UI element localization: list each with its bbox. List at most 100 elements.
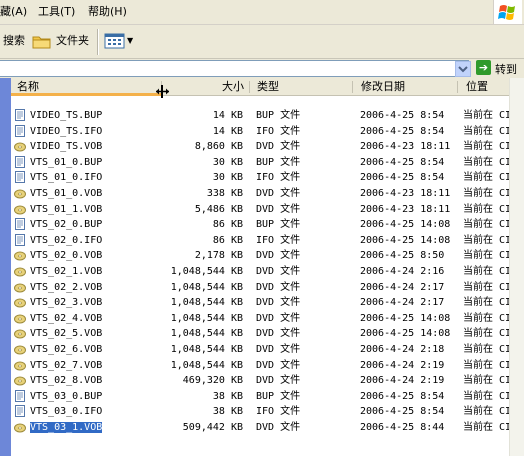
file-icon bbox=[14, 389, 26, 402]
task-pane-edge bbox=[0, 78, 11, 456]
search-button[interactable]: 搜索 bbox=[3, 30, 25, 52]
menu-favorites[interactable]: 藏(A) bbox=[0, 5, 27, 19]
file-size: 14 KB bbox=[212, 125, 243, 137]
chevron-down-icon: ▼ bbox=[127, 36, 134, 45]
table-row[interactable]: VIDEO_TS.IFO 14 KB IFO 文件 2006-4-25 8:54 当前在… bbox=[11, 124, 512, 140]
file-size: 338 KB bbox=[206, 188, 243, 199]
address-input[interactable] bbox=[0, 60, 469, 77]
disc-icon bbox=[14, 327, 26, 339]
file-modified: 2006-4-25 8:50 bbox=[360, 250, 445, 262]
table-row[interactable]: VTS_01_0.BUP 30 KB BUP 文件 2006-4-25 8:54 当前在… bbox=[11, 155, 512, 171]
column-location[interactable]: 位置 bbox=[466, 78, 488, 95]
table-row[interactable]: VTS_02_0.VOB 2,178 KB DVD 文件 2006-4-25 8:50… bbox=[11, 248, 511, 264]
disc-icon bbox=[14, 203, 26, 215]
file-size: 8,860 KB bbox=[194, 141, 243, 153]
address-bar: ➔ 转到 bbox=[0, 59, 524, 78]
column-divider[interactable] bbox=[249, 81, 250, 93]
go-button[interactable]: ➔ 转到 bbox=[474, 59, 522, 78]
file-modified: 2006-4-25 8:54 bbox=[360, 406, 445, 418]
disc-icon bbox=[14, 249, 26, 261]
table-row[interactable]: VTS_01_0.VOB 338 KB DVD 文件 2006-4-23 18:11 当… bbox=[11, 186, 511, 202]
file-type: IFO 文件 bbox=[256, 406, 301, 418]
vertical-scrollbar[interactable] bbox=[509, 78, 524, 456]
views-button[interactable]: ▼ bbox=[104, 30, 134, 52]
file-location: 当前在 CI bbox=[463, 359, 512, 371]
table-row[interactable]: VTS_02_2.VOB 1,048,544 KB DVD 文件 2006-4-24 … bbox=[11, 280, 511, 296]
file-type: DVD 文件 bbox=[256, 141, 301, 153]
table-row[interactable]: VTS_03_0.BUP 38 KB BUP 文件 2006-4-25 8:54 当前在… bbox=[11, 389, 511, 405]
file-location: 当前在 CI bbox=[463, 422, 512, 433]
file-name: VTS_02_1.VOB bbox=[30, 266, 103, 277]
folders-button[interactable]: 文件夹 bbox=[32, 30, 92, 52]
toolbar: 搜索 文件夹 ▼ bbox=[0, 25, 524, 59]
table-row[interactable]: VTS_02_5.VOB 1,048,544 KB DVD 文件 2006-4-25 … bbox=[11, 326, 511, 342]
table-row[interactable]: VTS_02_3.VOB 1,048,544 KB DVD 文件 2006-4-24 … bbox=[11, 295, 512, 311]
file-type: DVD 文件 bbox=[256, 375, 301, 387]
file-size: 1,048,544 KB bbox=[170, 266, 243, 277]
file-location: 当前在 CI bbox=[463, 297, 512, 309]
file-type: DVD 文件 bbox=[256, 281, 301, 293]
table-row[interactable]: VTS_01_1.VOB 5,486 KB DVD 文件 2006-4-23 18:1… bbox=[11, 202, 511, 218]
column-modified[interactable]: 修改日期 bbox=[361, 78, 405, 95]
disc-icon bbox=[14, 265, 26, 277]
table-row[interactable]: VTS_02_7.VOB 1,048,544 KB DVD 文件 2006-4-24 … bbox=[11, 358, 512, 374]
disc-icon bbox=[14, 343, 26, 355]
file-modified: 2006-4-25 8:54 bbox=[360, 390, 445, 402]
file-name: VTS_01_0.IFO bbox=[30, 172, 103, 184]
file-type: DVD 文件 bbox=[256, 297, 301, 309]
table-row[interactable]: VIDEO_TS.BUP 14 KB BUP 文件 2006-4-25 8:54 当前在… bbox=[11, 108, 511, 124]
file-type: BUP 文件 bbox=[256, 219, 301, 231]
menu-help[interactable]: 帮助(H) bbox=[88, 5, 127, 19]
file-name: VTS_02_2.VOB bbox=[30, 281, 103, 293]
arrow-right-icon: ➔ bbox=[476, 60, 491, 75]
file-location: 当前在 CI bbox=[463, 125, 512, 137]
disc-icon bbox=[14, 140, 26, 152]
column-divider[interactable] bbox=[457, 81, 458, 93]
file-name: VIDEO_TS.IFO bbox=[30, 125, 103, 137]
file-name: VTS_01_0.VOB bbox=[30, 188, 103, 199]
address-dropdown-button[interactable] bbox=[455, 61, 471, 77]
file-modified: 2006-4-25 8:54 bbox=[360, 110, 445, 121]
file-location: 当前在 CI bbox=[463, 266, 512, 277]
file-type: DVD 文件 bbox=[256, 203, 301, 215]
chevron-down-icon bbox=[458, 66, 468, 73]
file-name: VTS_02_0.BUP bbox=[30, 219, 103, 231]
disc-icon bbox=[14, 187, 26, 199]
file-name: VTS_02_8.VOB bbox=[30, 375, 103, 387]
table-row[interactable]: VTS_02_4.VOB 1,048,544 KB DVD 文件 2006-4-25 … bbox=[11, 311, 511, 327]
menu-bar: 藏(A) 工具(T) 帮助(H) bbox=[0, 0, 524, 25]
menu-tools[interactable]: 工具(T) bbox=[38, 5, 75, 19]
table-row[interactable]: VIDEO_TS.VOB 8,860 KB DVD 文件 2006-4-23 18:1… bbox=[11, 139, 512, 155]
table-row[interactable]: VTS_03_1.VOB 509,442 KB DVD 文件 2006-4-25 8:… bbox=[11, 420, 512, 436]
table-row[interactable]: VTS_02_6.VOB 1,048,544 KB DVD 文件 2006-4-24 … bbox=[11, 342, 512, 358]
file-type: DVD 文件 bbox=[256, 250, 301, 262]
file-icon bbox=[14, 109, 26, 121]
column-size[interactable]: 大小 bbox=[222, 78, 244, 95]
file-modified: 2006-4-25 8:54 bbox=[360, 156, 445, 168]
table-row[interactable]: VTS_02_0.IFO 86 KB IFO 文件 2006-4-25 14:08 当前… bbox=[11, 233, 511, 249]
table-row[interactable]: VTS_02_1.VOB 1,048,544 KB DVD 文件 2006-4-24 … bbox=[11, 264, 512, 280]
table-row[interactable]: VTS_01_0.IFO 30 KB IFO 文件 2006-4-25 8:54 当前在… bbox=[11, 170, 511, 186]
file-name: VTS_02_0.IFO bbox=[30, 234, 103, 246]
file-modified: 2006-4-24 2:18 bbox=[360, 344, 445, 355]
file-name: VTS_02_5.VOB bbox=[30, 328, 103, 340]
file-size: 2,178 KB bbox=[194, 250, 243, 262]
file-name: VTS_01_0.BUP bbox=[30, 156, 103, 168]
file-location: 当前在 CI bbox=[463, 344, 512, 355]
table-row[interactable]: VTS_02_0.BUP 86 KB BUP 文件 2006-4-25 14:08 当前… bbox=[11, 217, 511, 233]
file-modified: 2006-4-25 8:54 bbox=[360, 172, 445, 184]
file-icon bbox=[14, 233, 26, 246]
file-name: VTS_03_0.BUP bbox=[30, 390, 103, 402]
file-location: 当前在 CI bbox=[463, 141, 512, 153]
file-type: BUP 文件 bbox=[256, 110, 301, 121]
table-row[interactable]: VTS_02_8.VOB 469,320 KB DVD 文件 2006-4-24 2:… bbox=[11, 373, 511, 389]
file-modified: 2006-4-25 14:08 bbox=[360, 328, 451, 340]
file-type: IFO 文件 bbox=[256, 125, 301, 137]
table-row[interactable]: VTS_03_0.IFO 38 KB IFO 文件 2006-4-25 8:54 当前在… bbox=[11, 404, 511, 420]
disc-icon bbox=[14, 421, 26, 433]
file-name: VTS_01_1.VOB bbox=[30, 203, 103, 215]
file-modified: 2006-4-25 8:54 bbox=[360, 125, 445, 137]
column-divider[interactable] bbox=[352, 81, 353, 93]
column-type[interactable]: 类型 bbox=[257, 78, 279, 95]
file-location: 当前在 CI bbox=[463, 156, 512, 168]
